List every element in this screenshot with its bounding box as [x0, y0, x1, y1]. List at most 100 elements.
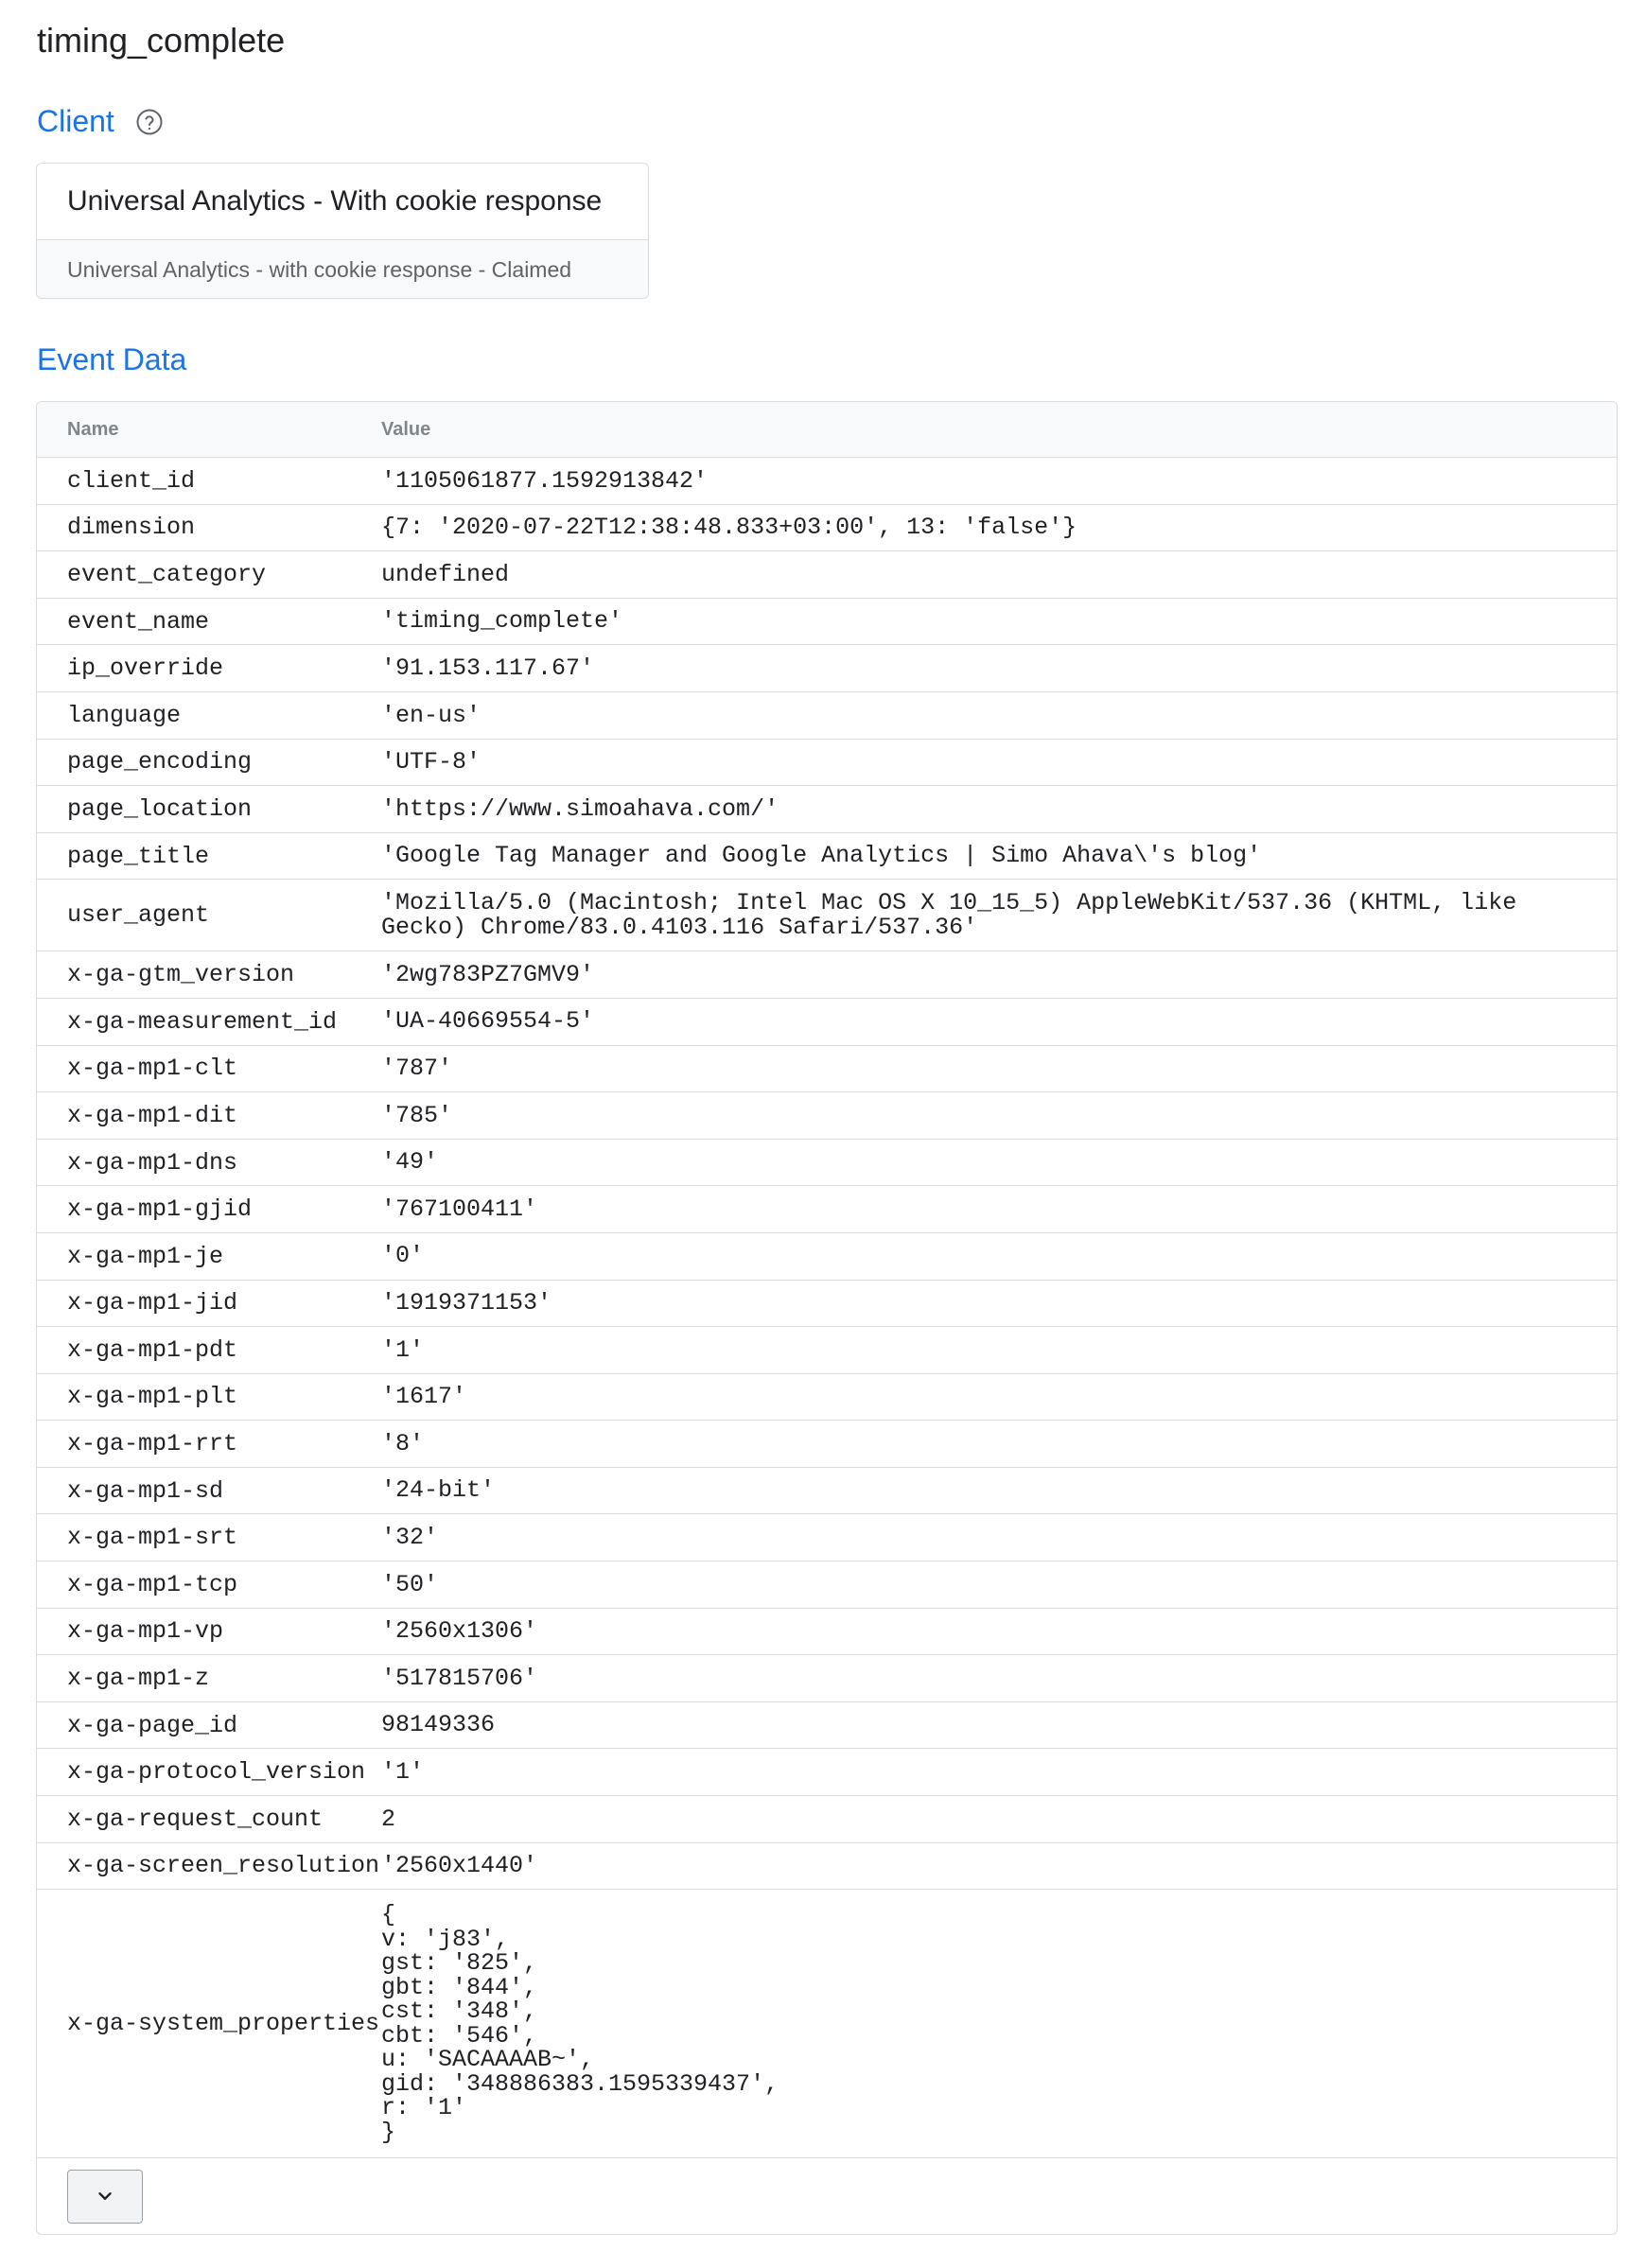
row-name: x-ga-page_id: [67, 1711, 238, 1739]
client-heading-label: Client: [37, 104, 114, 138]
row-name: x-ga-mp1-tcp: [67, 1570, 238, 1598]
row-value: '1617': [381, 1383, 467, 1411]
row-name: page_title: [67, 842, 210, 870]
table-row: x-ga-mp1-pdt '1': [37, 1327, 1617, 1374]
table-row: x-ga-mp1-clt '787': [37, 1046, 1617, 1093]
row-name: event_name: [67, 607, 210, 636]
table-row: event_category undefined: [37, 551, 1617, 599]
row-value: '787': [381, 1055, 453, 1083]
table-row: x-ga-protocol_version '1': [37, 1749, 1617, 1797]
help-circle-icon[interactable]: [135, 108, 164, 136]
table-row: x-ga-gtm_version '2wg783PZ7GMV9': [37, 951, 1617, 999]
table-row: x-ga-screen_resolution '2560x1440': [37, 1843, 1617, 1891]
table-row: x-ga-mp1-vp '2560x1306': [37, 1609, 1617, 1656]
row-name: user_agent: [67, 901, 210, 930]
row-name: dimension: [67, 514, 196, 542]
table-row: x-ga-mp1-tcp '50': [37, 1561, 1617, 1609]
row-name: x-ga-mp1-rrt: [67, 1430, 238, 1458]
row-name: x-ga-request_count: [67, 1805, 324, 1833]
row-value: undefined: [381, 560, 510, 588]
row-value: '91.153.117.67': [381, 654, 595, 682]
row-name: x-ga-mp1-pdt: [67, 1335, 238, 1364]
row-value: 'UA-40669554-5': [381, 1007, 595, 1036]
table-footer: [37, 2158, 1617, 2234]
row-name: ip_override: [67, 654, 224, 683]
table-row: x-ga-page_id 98149336: [37, 1702, 1617, 1750]
row-name: x-ga-protocol_version: [67, 1758, 366, 1787]
table-row: language 'en-us': [37, 692, 1617, 740]
row-name: x-ga-mp1-gjid: [67, 1195, 253, 1224]
row-name: x-ga-mp1-plt: [67, 1383, 238, 1411]
table-row: user_agent 'Mozilla/5.0 (Macintosh; Intel…: [37, 880, 1617, 952]
table-row: x-ga-mp1-srt '32': [37, 1514, 1617, 1562]
row-value: '49': [381, 1148, 439, 1177]
row-value: 'https://www.simoahava.com/': [381, 794, 779, 823]
table-body: client_id '1105061877.1592913842' dimensio…: [37, 458, 1617, 2159]
client-card-subtitle: Universal Analytics - with cookie respon…: [37, 240, 648, 298]
row-value: '2560x1306': [381, 1617, 538, 1646]
event-data-table: Name Value client_id '1105061877.15929138…: [36, 401, 1618, 2236]
table-row: x-ga-system_properties{ v: 'j83', gst: '…: [37, 1890, 1617, 2159]
table-row: page_encoding 'UTF-8': [37, 740, 1617, 787]
row-name: x-ga-system_properties: [67, 2010, 380, 2038]
expand-button[interactable]: [67, 2169, 143, 2224]
client-card[interactable]: Universal Analytics - With cookie respon…: [36, 163, 649, 299]
table-row: x-ga-mp1-dit '785': [37, 1092, 1617, 1140]
chevron-down-icon: [95, 2186, 115, 2207]
row-name: x-ga-mp1-z: [67, 1665, 210, 1693]
table-row: dimension {7: '2020-07-22T12:38:48.833+03…: [37, 505, 1617, 552]
row-name: language: [67, 701, 182, 729]
row-name: x-ga-mp1-dns: [67, 1148, 238, 1177]
row-value: 2: [381, 1805, 396, 1833]
table-row: client_id '1105061877.1592913842': [37, 458, 1617, 505]
row-name: x-ga-mp1-sd: [67, 1476, 224, 1505]
table-row: x-ga-mp1-sd '24-bit': [37, 1468, 1617, 1515]
event-data-heading: Event Data: [37, 342, 187, 376]
table-row: x-ga-request_count 2: [37, 1796, 1617, 1843]
row-name: x-ga-mp1-srt: [67, 1524, 238, 1552]
row-value: '1': [381, 1335, 425, 1364]
row-name: x-ga-screen_resolution: [67, 1852, 380, 1880]
row-value: 'Mozilla/5.0 (Macintosh; Intel Mac OS X …: [381, 889, 1517, 941]
row-name: x-ga-measurement_id: [67, 1007, 338, 1036]
table-row: x-ga-mp1-je '0': [37, 1233, 1617, 1281]
row-value: { v: 'j83', gst: '825', gbt: '844', cst:…: [381, 1901, 779, 2146]
row-name: x-ga-mp1-dit: [67, 1101, 238, 1129]
page-title: timing_complete: [37, 21, 286, 60]
row-value: 'timing_complete': [381, 607, 623, 636]
table-row: page_location 'https://www.simoahava.com/…: [37, 786, 1617, 833]
row-value: '8': [381, 1429, 425, 1457]
row-name: x-ga-mp1-clt: [67, 1055, 238, 1083]
row-name: x-ga-mp1-jid: [67, 1289, 238, 1317]
table-row: x-ga-mp1-gjid '767100411': [37, 1186, 1617, 1233]
row-value: '1': [381, 1757, 425, 1786]
column-header-value: Value: [381, 418, 431, 440]
row-value: '1105061877.1592913842': [381, 466, 709, 495]
row-value: '50': [381, 1570, 439, 1598]
row-value: 'UTF-8': [381, 748, 482, 776]
table-row: ip_override '91.153.117.67': [37, 645, 1617, 692]
row-name: x-ga-mp1-je: [67, 1242, 224, 1270]
table-header: Name Value: [37, 402, 1617, 458]
row-value: '2560x1440': [381, 1852, 538, 1880]
row-name: event_category: [67, 560, 267, 588]
row-name: x-ga-gtm_version: [67, 961, 295, 989]
table-row: event_name 'timing_complete': [37, 599, 1617, 646]
row-value: '1919371153': [381, 1289, 552, 1317]
row-value: '24-bit': [381, 1476, 496, 1505]
row-value: 'en-us': [381, 701, 482, 729]
table-row: x-ga-mp1-jid '1919371153': [37, 1281, 1617, 1328]
client-card-title: Universal Analytics - With cookie respon…: [37, 164, 648, 240]
row-value: '0': [381, 1242, 425, 1270]
row-value: 'Google Tag Manager and Google Analytics…: [381, 842, 1262, 870]
row-name: page_location: [67, 794, 253, 823]
table-row: x-ga-mp1-dns '49': [37, 1140, 1617, 1187]
page: timing_complete Client Universal Analyti…: [0, 0, 1646, 2268]
row-value: '785': [381, 1101, 453, 1129]
table-row: x-ga-mp1-plt '1617': [37, 1374, 1617, 1422]
row-name: client_id: [67, 466, 196, 495]
row-value: '517815706': [381, 1664, 538, 1692]
row-value: '767100411': [381, 1195, 538, 1223]
row-value: '2wg783PZ7GMV9': [381, 960, 595, 988]
row-name: page_encoding: [67, 748, 253, 776]
